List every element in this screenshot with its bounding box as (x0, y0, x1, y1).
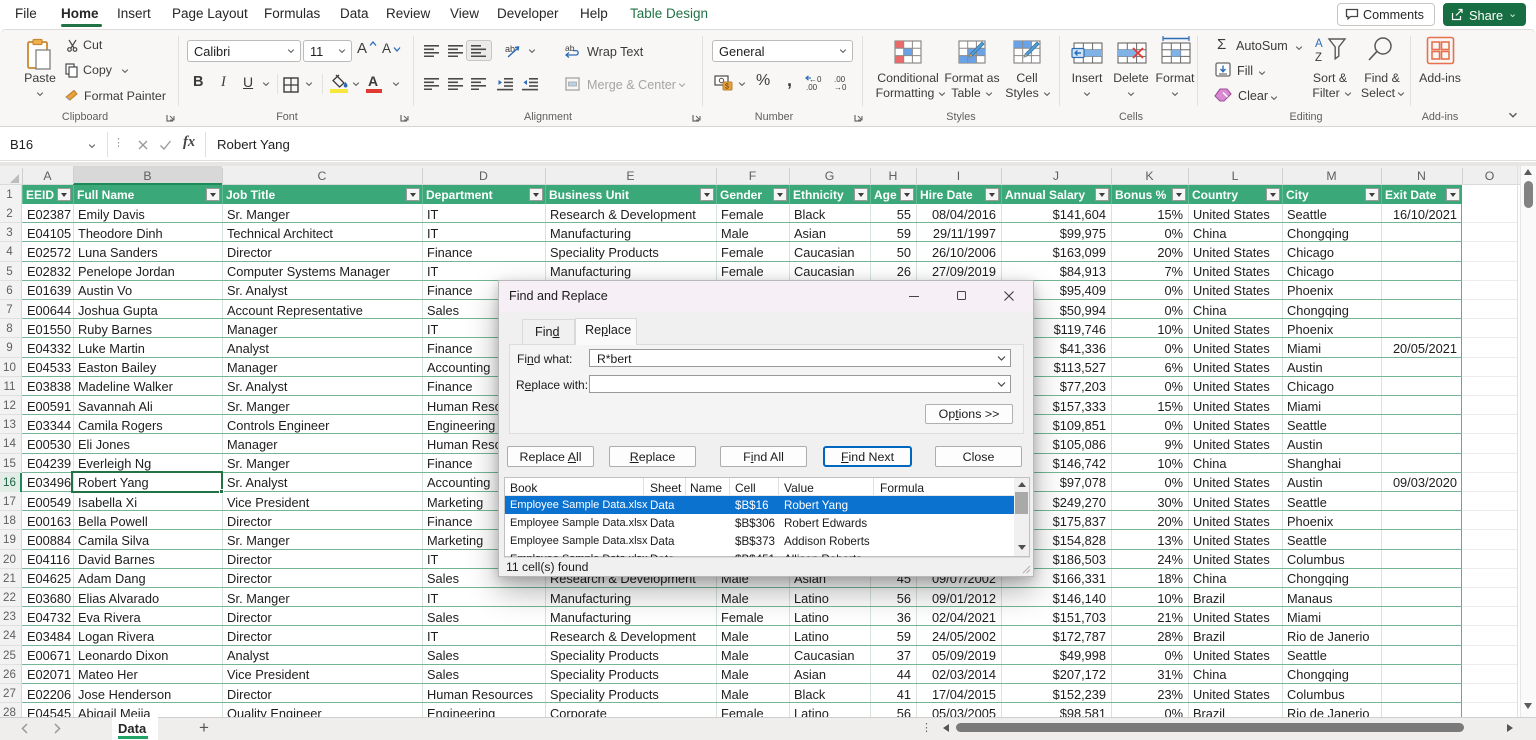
svg-text:A: A (1315, 38, 1323, 50)
svg-text:$: $ (725, 84, 729, 91)
svg-text:.00: .00 (806, 83, 818, 91)
svg-text:Z: Z (1315, 52, 1322, 64)
svg-text:→0: →0 (834, 83, 847, 91)
svg-text:ab: ab (565, 44, 575, 53)
